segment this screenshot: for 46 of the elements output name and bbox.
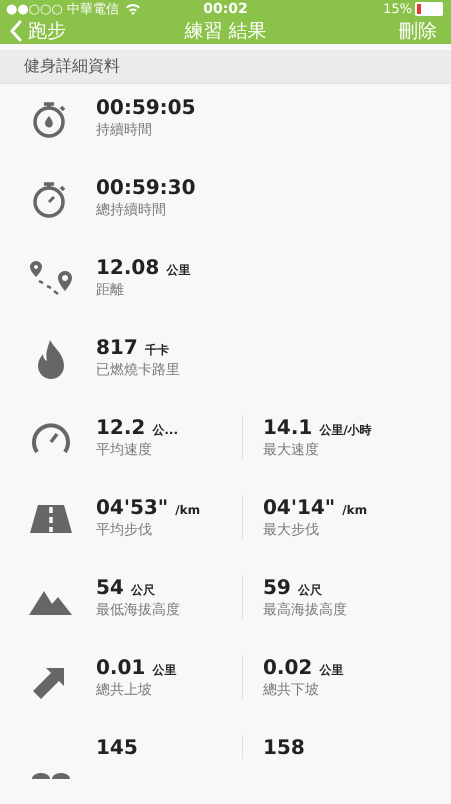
- unit-text: 公里: [152, 662, 176, 679]
- unit-text: 公尺: [130, 582, 155, 599]
- stat-label: 最高海拔高度: [263, 601, 348, 619]
- clock-text: 00:02: [203, 1, 248, 17]
- stat-value: 00:59:30: [96, 175, 196, 199]
- stat-value: 00:59:05: [96, 95, 196, 119]
- stat-label: 總持續時間: [96, 201, 167, 219]
- carrier-text: ●●○○○ 中華電信: [6, 1, 119, 18]
- back-button[interactable]: 跑步: [10, 18, 66, 44]
- unit-text: 公里: [166, 262, 190, 279]
- stat-value: 04'53": [96, 495, 168, 519]
- unit-text: 公里: [319, 662, 344, 679]
- section-header: 健身詳細資料: [0, 50, 451, 84]
- stat-label: 總共上坡: [96, 681, 153, 699]
- stat-value: 0.01: [96, 655, 146, 679]
- battery-icon: [415, 2, 443, 16]
- stat-value: 158: [263, 735, 305, 759]
- stat-value: 0.02: [263, 655, 312, 679]
- stat-label: 平均速度: [96, 441, 153, 459]
- back-chevron-icon: [10, 20, 22, 42]
- unit-text: /km: [342, 503, 368, 517]
- battery-percent: 15%: [383, 2, 412, 16]
- unit-text: 公...: [152, 422, 178, 439]
- stat-value: 59: [263, 575, 291, 599]
- stat-value: 145: [96, 735, 138, 759]
- unit-text: 千卡: [144, 342, 169, 359]
- stat-value: 14.1: [263, 415, 312, 439]
- unit-text: /km: [175, 503, 200, 517]
- unit-text: 公里/小時: [319, 422, 372, 439]
- wifi-icon: [124, 3, 141, 15]
- stat-label: 最大速度: [263, 441, 320, 459]
- stat-label: 已燃燒卡路里: [96, 361, 180, 379]
- unit-text: 公尺: [298, 582, 322, 599]
- stat-value: 817: [96, 335, 138, 359]
- screen-title: 練習 結果: [184, 19, 267, 44]
- stat-label: 距離: [96, 281, 125, 299]
- stat-label: 持續時間: [96, 121, 153, 139]
- delete-button[interactable]: 刪除: [399, 18, 437, 44]
- stat-value: 04'14": [263, 495, 336, 519]
- stat-label: 總共下坡: [263, 681, 320, 699]
- stat-label: 平均步伐: [96, 521, 153, 539]
- stat-label: 最大步伐: [263, 521, 320, 539]
- stat-label: 最低海拔高度: [96, 601, 181, 619]
- stat-value: 54: [96, 575, 124, 599]
- stat-value: 12.08: [96, 255, 160, 279]
- stat-value: 12.2: [96, 415, 146, 439]
